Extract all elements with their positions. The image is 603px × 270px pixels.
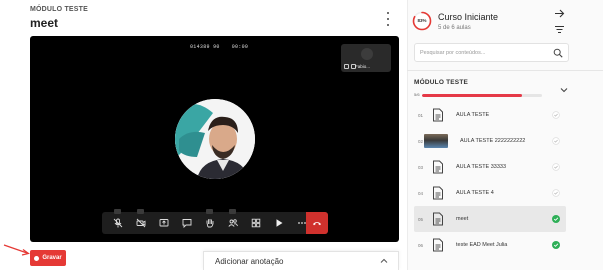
tile-view-button[interactable] xyxy=(246,215,266,231)
mic-options-caret[interactable] xyxy=(114,209,121,214)
self-view-tile[interactable]: Fabio... xyxy=(341,44,391,72)
lesson-title: AULA TESTE 2222222222 xyxy=(460,138,526,144)
lesson-number: 01 xyxy=(418,112,424,118)
module-count: 5/6 xyxy=(414,92,420,97)
record-button[interactable]: Gravar xyxy=(30,250,66,266)
hang-up-button[interactable] xyxy=(306,212,328,234)
course-title: Curso Iniciante xyxy=(438,12,499,22)
document-icon xyxy=(433,160,443,174)
tile-view-icon xyxy=(251,218,261,228)
lesson-item[interactable]: 01 AULA TESTE xyxy=(414,102,566,128)
document-icon xyxy=(433,108,443,122)
course-subtitle: 5 de 6 aulas xyxy=(438,25,471,31)
pending-check-icon xyxy=(552,163,560,171)
camera-options-caret[interactable] xyxy=(137,209,144,214)
lesson-item[interactable]: 04 AULA TESTE 4 xyxy=(414,180,566,206)
content-search xyxy=(414,43,569,62)
add-annotation-label: Adicionar anotação xyxy=(215,256,284,266)
raise-hand-button[interactable] xyxy=(200,209,220,231)
sidebar-divider xyxy=(407,70,603,71)
pending-check-icon xyxy=(552,137,560,145)
lesson-list: 01 AULA TESTE 02 AULA TESTE 2222222222 03 AUL… xyxy=(414,102,566,258)
meeting-toolbar xyxy=(102,209,328,234)
lesson-title: meet xyxy=(456,216,469,222)
record-dot-icon xyxy=(34,255,40,261)
record-label: Gravar xyxy=(42,255,62,261)
video-player[interactable]: 014389 90 00:00 Fabio... xyxy=(30,36,399,242)
module-progress-bar xyxy=(422,94,542,97)
raise-hand-icon xyxy=(206,219,214,228)
lesson-item[interactable]: 03 AULA TESTE 33333 xyxy=(414,154,566,180)
participant-avatar xyxy=(175,99,255,179)
module-title: MÓDULO TESTE xyxy=(414,79,469,86)
pending-check-icon xyxy=(552,111,560,119)
pointer-arrow-icon xyxy=(3,244,30,256)
self-view-name: Fabio... xyxy=(355,64,371,69)
participants-icon xyxy=(228,219,238,227)
document-icon xyxy=(433,212,443,226)
module-label: MÓDULO TESTE xyxy=(30,6,89,13)
module-progress-fill xyxy=(422,94,522,97)
meeting-code: 014389 90 xyxy=(190,44,220,50)
document-icon xyxy=(433,186,443,200)
search-input[interactable] xyxy=(420,49,550,56)
lesson-number: 03 xyxy=(418,164,424,170)
add-annotation-bar[interactable]: Adicionar anotação xyxy=(203,251,399,270)
chat-button[interactable] xyxy=(177,215,197,231)
arrow-right-icon[interactable] xyxy=(554,8,565,19)
play-icon xyxy=(276,219,283,227)
chevron-down-icon[interactable] xyxy=(560,87,568,93)
document-icon xyxy=(433,238,443,252)
camera-button[interactable] xyxy=(131,209,151,231)
lesson-number: 05 xyxy=(418,216,424,222)
participants-button[interactable] xyxy=(223,209,243,231)
mic-off-icon xyxy=(113,218,123,228)
lesson-item[interactable]: 02 AULA TESTE 2222222222 xyxy=(414,128,566,154)
lesson-item[interactable]: 05 meet xyxy=(414,206,566,232)
search-icon[interactable] xyxy=(553,48,563,58)
lesson-title: AULA TESTE 4 xyxy=(456,190,494,196)
participants-caret[interactable] xyxy=(229,209,236,214)
participant-photo xyxy=(175,99,255,179)
lesson-number: 04 xyxy=(418,190,424,196)
lesson-number: 06 xyxy=(418,242,424,248)
share-screen-icon xyxy=(159,219,169,227)
camera-off-icon xyxy=(136,218,146,228)
share-screen-button[interactable] xyxy=(154,215,174,231)
completed-check-icon xyxy=(552,215,560,223)
lesson-title: teste EAD Meet Julia xyxy=(456,242,508,248)
completed-check-icon xyxy=(552,241,560,249)
lesson-title: meet xyxy=(30,16,59,30)
lesson-item[interactable]: 06 teste EAD Meet Julia xyxy=(414,232,566,258)
sort-icon[interactable] xyxy=(554,24,565,35)
lesson-title: AULA TESTE 33333 xyxy=(456,164,507,170)
page: MÓDULO TESTE meet 014389 90 00:00 Fabio..… xyxy=(0,0,603,270)
mic-button[interactable] xyxy=(108,209,128,231)
hang-up-icon xyxy=(313,222,321,226)
course-progress-percent: 83% xyxy=(417,18,427,23)
reactions-caret[interactable] xyxy=(206,209,213,214)
mic-off-icon xyxy=(344,64,349,69)
elapsed-time: 00:00 xyxy=(231,44,249,50)
lesson-title: AULA TESTE xyxy=(456,112,490,118)
self-avatar xyxy=(361,48,373,60)
play-button[interactable] xyxy=(269,215,289,231)
pending-check-icon xyxy=(552,189,560,197)
chat-icon xyxy=(182,219,192,228)
more-options-icon[interactable] xyxy=(383,12,393,26)
lesson-thumbnail xyxy=(424,134,448,148)
chevron-up-icon[interactable] xyxy=(380,258,388,264)
meeting-timer: 014389 90 00:00 xyxy=(190,44,248,50)
